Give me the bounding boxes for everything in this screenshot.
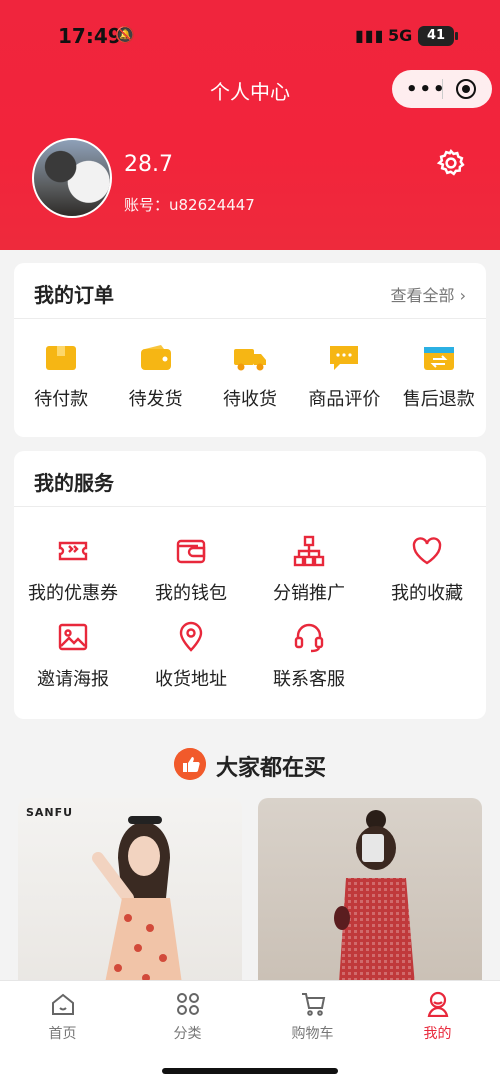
profile-header: 17:49 🔕 ▮▮▮ 5G 41 个人中心 ••• 28.7 账号：u8262… (0, 0, 500, 250)
tab-label: 我的 (423, 1026, 452, 1042)
service-favorites[interactable]: 我的收藏 (368, 535, 486, 605)
order-refund[interactable]: 售后退款 (392, 343, 486, 411)
order-item-label: 待收货 (222, 389, 277, 410)
service-wallet[interactable]: 我的钱包 (132, 535, 250, 605)
service-label: 我的钱包 (155, 583, 227, 604)
thumbs-up-icon (174, 748, 206, 780)
services-title: 我的服务 (34, 471, 114, 495)
wallet-icon (140, 345, 171, 370)
order-pending-payment[interactable]: 待付款 (14, 343, 108, 411)
order-status-grid: 待付款 待发货 待收货 商品评价 售后退款 (14, 343, 486, 411)
tab-home[interactable]: 首页 (0, 981, 125, 1086)
service-label: 邀请海报 (37, 669, 109, 690)
miniprogram-capsule: ••• (392, 70, 492, 108)
view-all-label: 查看全部 (390, 286, 455, 305)
cart-icon (301, 993, 325, 1016)
home-indicator[interactable] (162, 1068, 338, 1074)
product-card[interactable]: SANFU (18, 798, 242, 998)
headset-icon (294, 623, 324, 653)
view-all-link[interactable]: 查看全部 › (391, 282, 467, 306)
service-label: 收货地址 (155, 669, 227, 690)
order-item-label: 待付款 (34, 389, 89, 410)
truck-icon (233, 349, 266, 371)
status-bar: 17:49 🔕 ▮▮▮ 5G 41 (0, 22, 500, 52)
brand-logo: SANFU (26, 806, 74, 819)
service-invite-poster[interactable]: 邀请海报 (14, 621, 132, 691)
order-item-label: 待发货 (128, 389, 183, 410)
close-target-icon[interactable] (456, 79, 476, 99)
service-coupons[interactable]: 我的优惠券 (14, 535, 132, 605)
battery-icon: 41 (418, 26, 458, 46)
wallet-box-icon (46, 346, 77, 370)
capsule-divider (442, 79, 443, 99)
tab-label: 购物车 (291, 1026, 334, 1042)
user-name: 28.7 (124, 152, 173, 177)
image-icon (58, 623, 88, 651)
network-icon (293, 535, 325, 567)
wallet-icon (176, 539, 206, 564)
user-icon (427, 991, 448, 1017)
recommend-title: 大家都在买 (216, 756, 327, 781)
product-image (334, 810, 416, 998)
order-item-label: 商品评价 (308, 389, 381, 410)
product-card[interactable] (258, 798, 482, 998)
coupon-icon (58, 541, 88, 561)
orders-title: 我的订单 (34, 283, 114, 307)
comment-icon (330, 346, 359, 370)
service-label: 分销推广 (273, 583, 345, 604)
order-pending-shipment[interactable]: 待发货 (108, 343, 202, 411)
service-distribution[interactable]: 分销推广 (250, 535, 368, 605)
profile-page: 17:49 🔕 ▮▮▮ 5G 41 个人中心 ••• 28.7 账号：u8262… (0, 0, 500, 1086)
mute-bell-icon: 🔕 (115, 25, 135, 44)
tab-label: 分类 (173, 1026, 202, 1042)
refund-icon (423, 347, 454, 370)
service-label: 我的收藏 (391, 583, 463, 604)
order-review[interactable]: 商品评价 (297, 343, 391, 411)
services-row-1: 我的优惠券 我的钱包 分销推广 我的收藏 (14, 535, 486, 605)
tab-mine[interactable]: 我的 (375, 981, 500, 1086)
services-row-2: 邀请海报 收货地址 联系客服 (14, 621, 486, 691)
orders-header: 我的订单 查看全部 › (14, 263, 486, 319)
service-customer-support[interactable]: 联系客服 (250, 621, 368, 691)
user-account: 账号：u82624447 (124, 196, 255, 214)
tab-label: 首页 (48, 1026, 77, 1042)
more-icon[interactable]: ••• (406, 79, 447, 100)
services-header: 我的服务 (14, 451, 486, 507)
home-icon (51, 993, 74, 1015)
service-label: 我的优惠券 (28, 583, 118, 604)
avatar[interactable] (32, 138, 112, 218)
service-label: 联系客服 (273, 669, 345, 690)
heart-icon (412, 537, 442, 565)
signal-icon: ▮▮▮ (355, 26, 385, 45)
location-icon (179, 621, 203, 652)
orders-card: 我的订单 查看全部 › 待付款 待发货 待收货 商品评价 售后退款 (14, 263, 486, 437)
order-item-label: 售后退款 (402, 389, 475, 410)
service-address[interactable]: 收货地址 (132, 621, 250, 691)
services-card: 我的服务 我的优惠券 我的钱包 分销推广 我的收藏 邀请海报 收货地址 联系客服 (14, 451, 486, 719)
network-type: 5G (388, 26, 413, 45)
product-image (92, 816, 184, 998)
grid-icon (176, 993, 199, 1015)
status-time: 17:49 (58, 24, 122, 48)
settings-gear-icon[interactable] (436, 148, 466, 178)
order-pending-receipt[interactable]: 待收货 (203, 343, 297, 411)
